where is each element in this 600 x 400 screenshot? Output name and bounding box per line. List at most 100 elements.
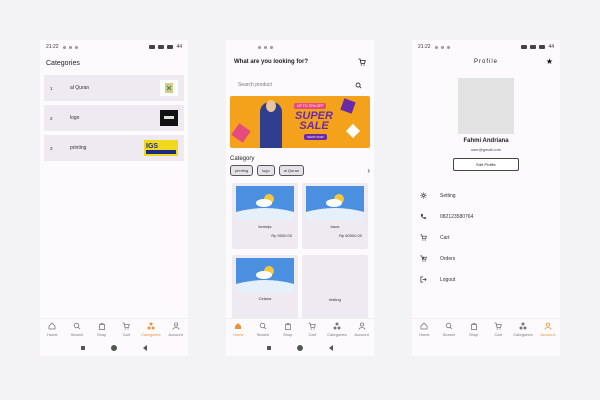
- cart-icon[interactable]: [358, 58, 366, 66]
- nav-label: Shop: [468, 332, 479, 337]
- nav-search[interactable]: Search: [439, 319, 459, 340]
- system-nav-bar: [226, 340, 374, 356]
- back-button[interactable]: [329, 345, 333, 351]
- product-image: [306, 186, 364, 220]
- category-index: 3: [50, 145, 53, 151]
- search-input[interactable]: Search product: [234, 78, 366, 92]
- nav-label: Categories: [327, 332, 347, 337]
- account-icon: [172, 322, 180, 330]
- nav-cart[interactable]: Cart: [488, 319, 508, 340]
- nav-shop[interactable]: Shop: [92, 319, 112, 340]
- notification-dots: [258, 45, 273, 49]
- shop-icon: [284, 323, 291, 330]
- back-button[interactable]: [143, 345, 147, 351]
- account-icon: [544, 322, 552, 330]
- product-price: Rp 60000.00: [339, 233, 362, 238]
- banner-headline: SUPER SALE: [295, 110, 333, 132]
- product-card[interactable]: testing: [302, 255, 368, 321]
- system-nav-bar: [40, 340, 188, 356]
- category-name: logo: [70, 115, 80, 121]
- profile-name: Fahmi Andriana: [463, 138, 509, 144]
- status-bar: [226, 40, 374, 54]
- nav-label: Categories: [141, 332, 161, 337]
- banner-decoration: [231, 123, 251, 143]
- shop-icon: [98, 323, 105, 330]
- search-icon: [73, 322, 81, 330]
- nav-label: Account: [540, 332, 555, 337]
- page-title: Profile: [473, 59, 498, 65]
- cart-icon: [420, 234, 427, 241]
- menu-item-cart[interactable]: Cart: [412, 227, 560, 248]
- product-name: baos: [330, 224, 340, 229]
- menu-item-logout[interactable]: Logout: [412, 269, 560, 290]
- svg-text:IGS: IGS: [146, 143, 158, 150]
- status-time: 21:22: [418, 44, 431, 50]
- page-title: Categories: [46, 60, 80, 67]
- nav-label: Shop: [96, 332, 107, 337]
- category-chip[interactable]: printing: [230, 165, 254, 176]
- bottom-nav: Home Search Shop Cart Categories Account: [412, 318, 560, 340]
- nav-search[interactable]: Search: [67, 319, 87, 340]
- nav-label: Search: [256, 332, 270, 337]
- search-placeholder: Search product: [238, 82, 272, 88]
- menu-item-phone[interactable]: 082123580764: [412, 206, 560, 227]
- home-header: What are you looking for?: [226, 54, 374, 70]
- nav-categories[interactable]: Categories: [327, 319, 347, 340]
- search-icon[interactable]: [355, 82, 362, 89]
- category-chip[interactable]: al Quran: [278, 165, 305, 176]
- status-bar: 21:22 44: [40, 40, 188, 54]
- menu-item-orders[interactable]: Orders: [412, 248, 560, 269]
- nav-account[interactable]: Account: [166, 319, 186, 340]
- home-button[interactable]: [111, 345, 117, 351]
- nav-cart[interactable]: Cart: [116, 319, 136, 340]
- nav-label: Account: [354, 332, 369, 337]
- status-bar: 21:22 44: [412, 40, 560, 54]
- home-button[interactable]: [297, 345, 303, 351]
- notification-dots: [62, 45, 78, 49]
- nav-categories[interactable]: Categories: [141, 319, 161, 340]
- categories-screen: 21:22 44 Categories 1 al Quran 2 logo 3 …: [40, 40, 188, 356]
- nav-shop[interactable]: Shop: [278, 319, 298, 340]
- nav-label: Home: [418, 332, 430, 337]
- bottom-nav: Home Search Shop Cart Categories Account: [40, 318, 188, 340]
- chevron-right-icon[interactable]: ›: [367, 166, 370, 175]
- nav-account[interactable]: Account: [538, 319, 558, 340]
- nav-label: Search: [70, 332, 84, 337]
- banner-decoration: [340, 98, 356, 114]
- star-icon[interactable]: ★: [546, 57, 554, 66]
- nav-cart[interactable]: Cart: [302, 319, 322, 340]
- product-name: testing: [329, 297, 341, 302]
- phone-icon: [420, 213, 427, 219]
- promo-banner[interactable]: UP TO 70% OFF SUPER SALE SHOP NOW: [230, 96, 370, 148]
- cart-icon: [122, 322, 131, 330]
- category-chip[interactable]: logo: [257, 165, 275, 176]
- nav-home[interactable]: Home: [42, 319, 62, 340]
- avatar: [458, 78, 514, 134]
- category-row[interactable]: 2 logo: [44, 105, 184, 131]
- nav-label: Home: [232, 332, 244, 337]
- nav-categories[interactable]: Categories: [513, 319, 533, 340]
- search-icon: [259, 322, 267, 330]
- nav-search[interactable]: Search: [253, 319, 273, 340]
- category-row[interactable]: 3 printing IGS: [44, 135, 184, 161]
- product-card[interactable]: baos Rp 60000.00: [302, 183, 368, 249]
- product-card[interactable]: kemeja Rp 9000.00: [232, 183, 298, 249]
- menu-label: Logout: [440, 276, 456, 283]
- categories-icon: [147, 322, 155, 330]
- nav-label: Cart: [494, 332, 503, 337]
- category-thumbnail: [160, 110, 178, 126]
- recents-button[interactable]: [81, 346, 85, 350]
- bottom-nav: Home Search Shop Cart Categories Account: [226, 318, 374, 340]
- nav-shop[interactable]: Shop: [464, 319, 484, 340]
- nav-home[interactable]: Home: [228, 319, 248, 340]
- nav-label: Home: [46, 332, 58, 337]
- edit-profile-button[interactable]: Edit Profile: [453, 158, 519, 171]
- battery-level: 44: [548, 44, 554, 50]
- recents-button[interactable]: [267, 346, 271, 350]
- nav-account[interactable]: Account: [352, 319, 372, 340]
- nav-home[interactable]: Home: [414, 319, 434, 340]
- category-row[interactable]: 1 al Quran: [44, 75, 184, 101]
- product-card[interactable]: Celana: [232, 255, 298, 321]
- category-name: al Quran: [70, 85, 90, 91]
- menu-item-setting[interactable]: Setting: [412, 185, 560, 206]
